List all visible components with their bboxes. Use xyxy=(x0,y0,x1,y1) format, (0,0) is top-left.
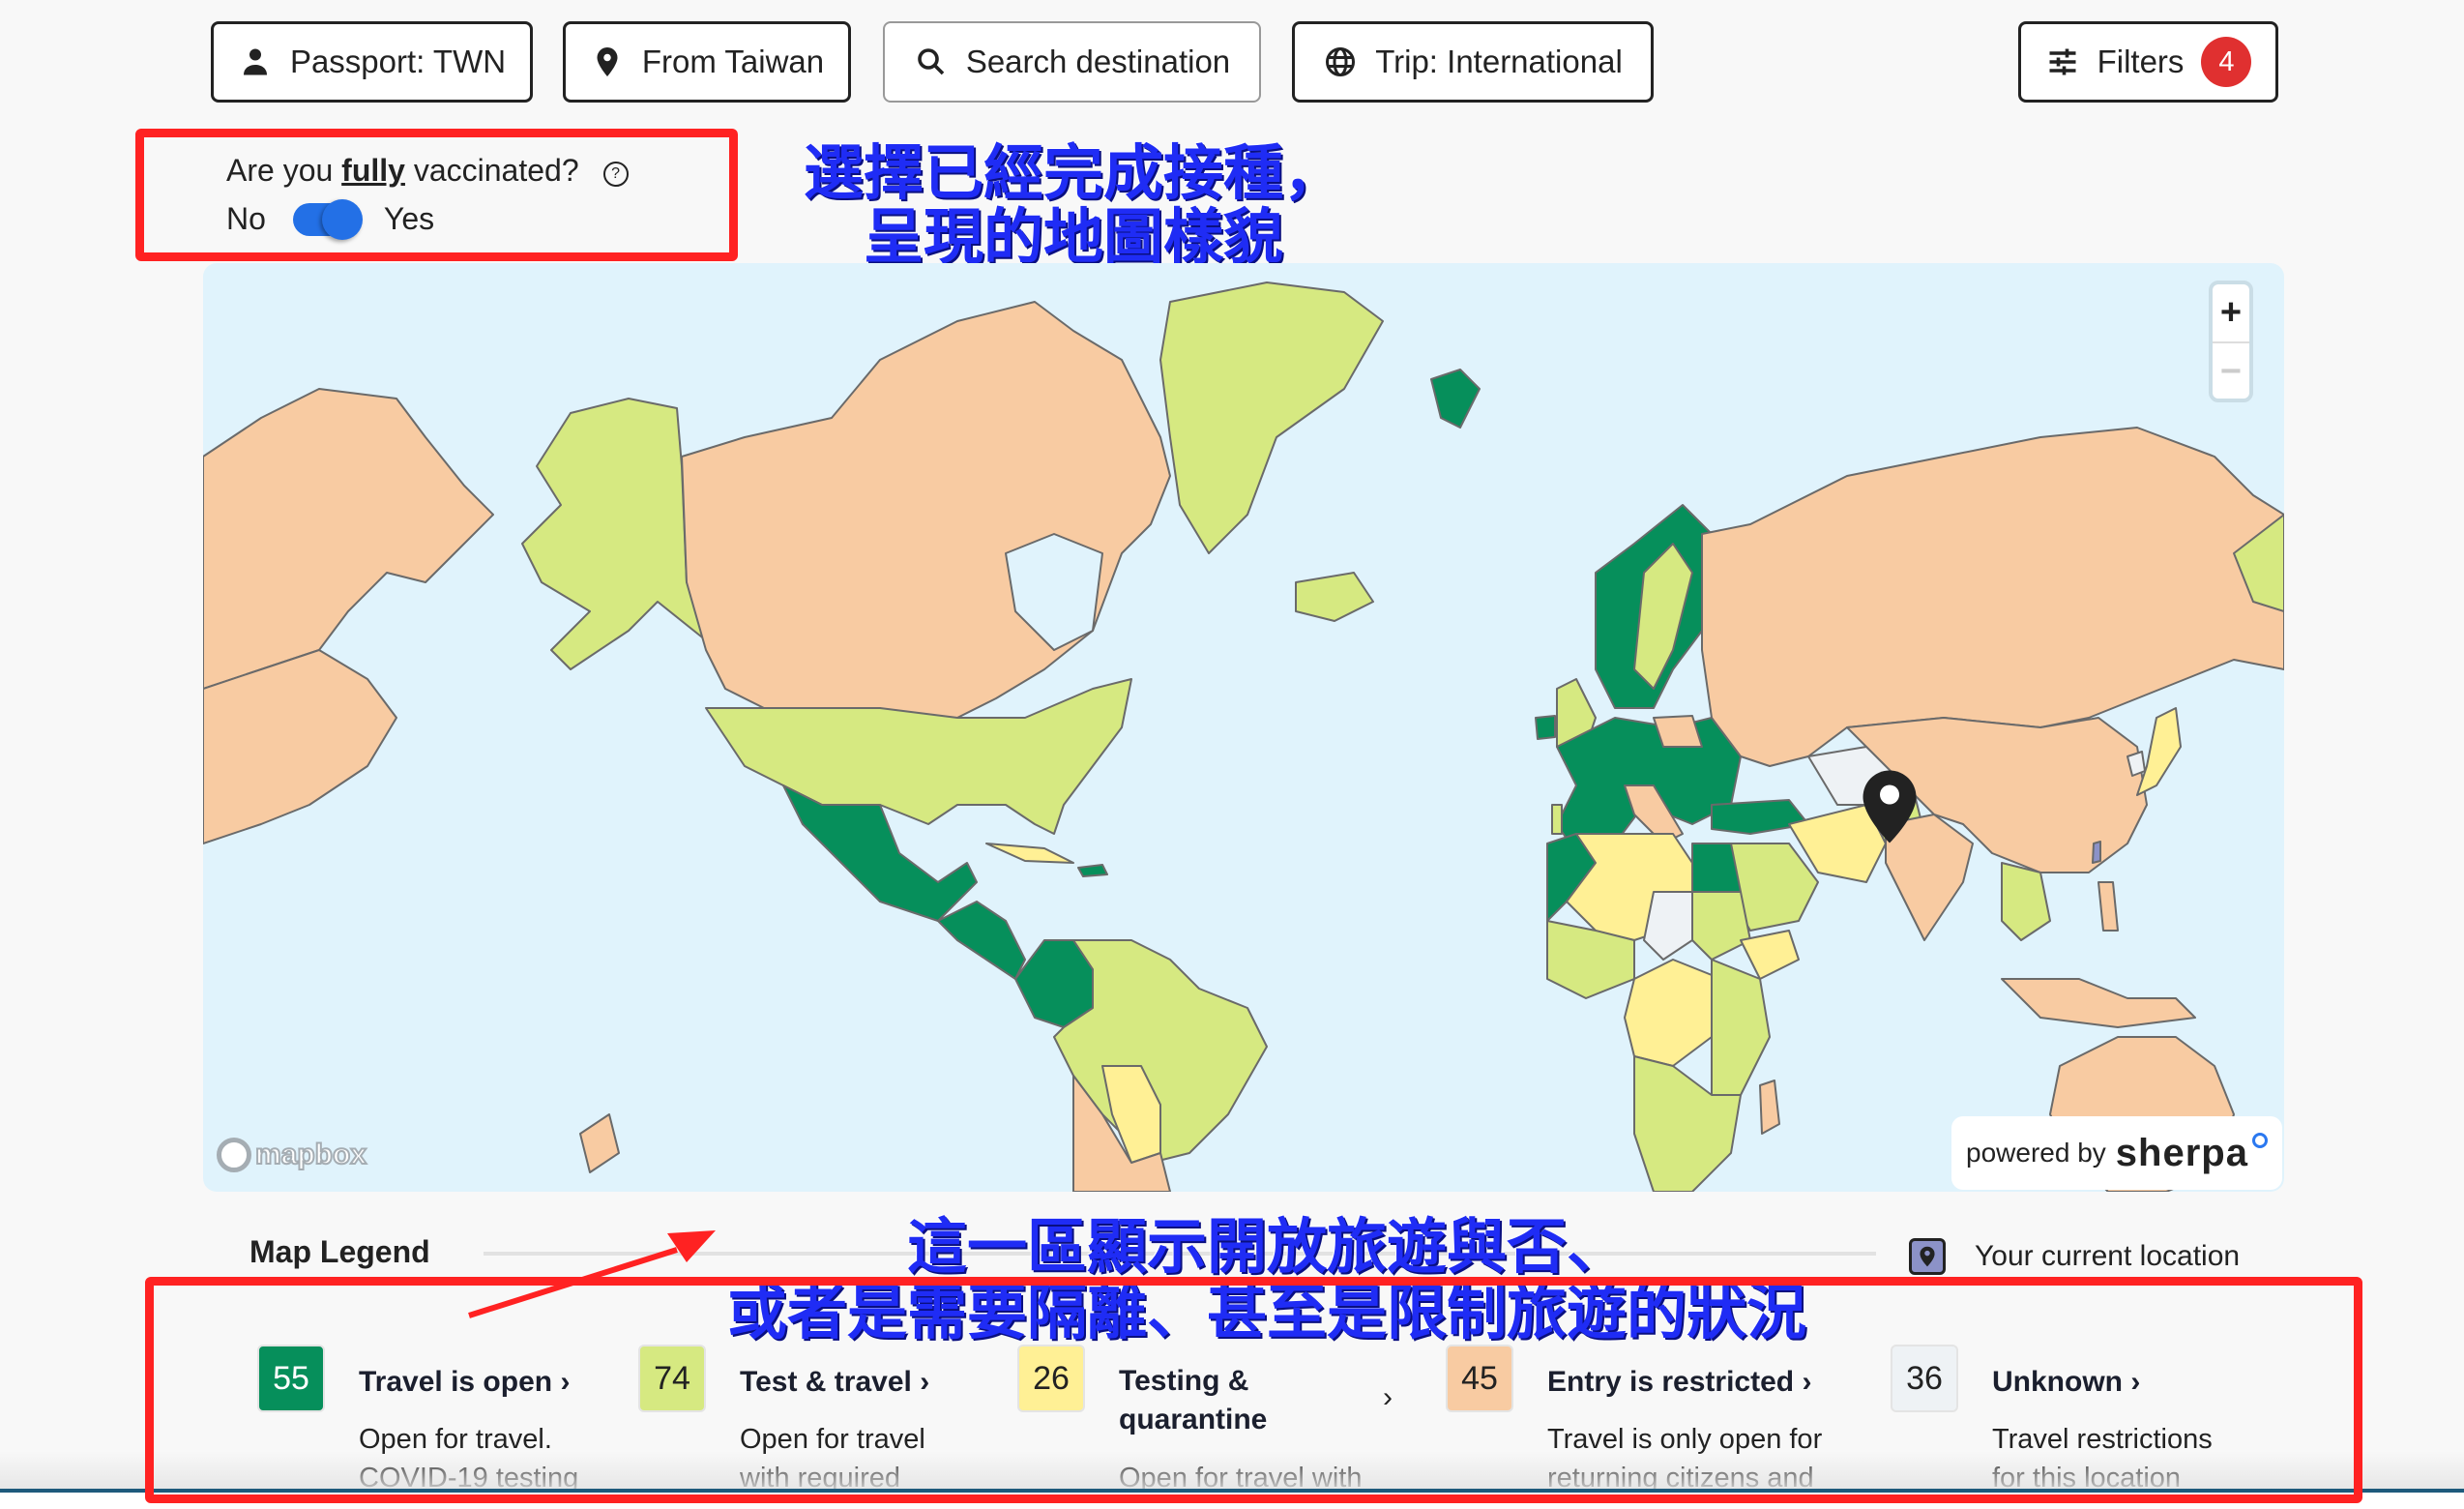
question-emphasis: fully xyxy=(341,153,405,188)
annotation-top-line1: 選擇已經完成接種， xyxy=(803,137,1343,208)
world-map-svg xyxy=(203,281,2284,1192)
legend-item-title: Travel is open › xyxy=(359,1366,571,1398)
legend-item-desc: Travel restrictions for this location xyxy=(1992,1424,2213,1494)
country-taiwan[interactable] xyxy=(2092,841,2101,864)
country-central-africa[interactable] xyxy=(1624,959,1722,1067)
powered-by-label: powered by xyxy=(1966,1138,2106,1168)
country-asia-left[interactable] xyxy=(203,649,397,844)
country-east-africa[interactable] xyxy=(1711,959,1771,1096)
zoom-in-button[interactable]: + xyxy=(2213,284,2249,343)
country-pacific-islands[interactable] xyxy=(579,1113,620,1173)
legend-count: 55 xyxy=(257,1345,325,1412)
legend-item-title: Unknown › xyxy=(1992,1366,2141,1398)
annotation-bottom: 這一區顯示開放旅遊與否、 或者是需要隔離、甚至是限制旅遊的狀況 xyxy=(667,1217,1866,1343)
vaccination-question: Are you fully vaccinated? ? xyxy=(226,153,629,189)
current-location-marker[interactable] xyxy=(1861,768,1919,845)
current-location-legend: Your current location xyxy=(1909,1238,2240,1275)
annotation-top-line2: 呈現的地圖樣貌 xyxy=(863,201,1283,272)
legend-count: 45 xyxy=(1446,1345,1513,1412)
search-destination-button[interactable]: Search destination xyxy=(883,21,1261,103)
country-sudan[interactable] xyxy=(1691,891,1751,961)
country-philippines[interactable] xyxy=(2097,881,2119,932)
country-russia[interactable] xyxy=(1701,427,2284,767)
chevron-right-icon: › xyxy=(560,1366,571,1398)
globe-icon xyxy=(1326,47,1356,76)
annotation-top: 選擇已經完成接種， 呈現的地圖樣貌 xyxy=(774,143,1373,267)
zoom-control: + − xyxy=(2209,281,2253,402)
country-cuba[interactable] xyxy=(985,843,1074,864)
country-ethiopia[interactable] xyxy=(1740,930,1800,980)
question-prefix: Are you xyxy=(226,153,342,188)
zoom-out-button[interactable]: − xyxy=(2213,343,2249,400)
passport-label: Passport: TWN xyxy=(289,44,507,79)
chevron-right-icon: › xyxy=(1383,1381,1393,1413)
filters-label: Filters xyxy=(2097,44,2185,79)
toggle-no-label[interactable]: No xyxy=(226,201,266,237)
world-map[interactable]: mapbox xyxy=(203,263,2284,1192)
current-location-icon xyxy=(1909,1238,1946,1275)
country-chad-unknown[interactable] xyxy=(1643,891,1693,961)
legend-count: 26 xyxy=(1017,1345,1085,1412)
legend-item-title: Testing & quarantine xyxy=(1119,1365,1268,1435)
country-japan[interactable] xyxy=(2136,707,2182,796)
bottom-strip xyxy=(0,1493,2464,1509)
country-egypt[interactable] xyxy=(1691,843,1742,893)
passport-button[interactable]: Passport: TWN xyxy=(211,21,533,103)
vaccination-toggle-row: No Yes xyxy=(226,198,434,240)
powered-by-sherpa[interactable]: powered by sherpa xyxy=(1951,1116,2282,1190)
legend-item-title: Entry is restricted › xyxy=(1547,1366,1812,1398)
help-icon[interactable]: ? xyxy=(602,162,629,187)
chevron-right-icon: › xyxy=(2130,1366,2141,1398)
location-pin-icon xyxy=(597,47,618,76)
chevron-right-icon: › xyxy=(1802,1366,1812,1398)
legend-item-desc: Open for travel with required xyxy=(740,1424,925,1494)
legend-count: 36 xyxy=(1891,1345,1958,1412)
current-location-label: Your current location xyxy=(1975,1240,2241,1272)
filters-button[interactable]: Filters 4 xyxy=(2018,21,2278,103)
origin-label: From Taiwan xyxy=(641,44,825,79)
mapbox-text: mapbox xyxy=(254,1138,367,1171)
person-icon xyxy=(243,48,267,75)
country-portugal[interactable] xyxy=(1551,804,1563,835)
country-madagascar[interactable] xyxy=(1759,1080,1780,1135)
toggle-yes-label[interactable]: Yes xyxy=(384,201,434,237)
country-svalbard[interactable] xyxy=(1430,369,1481,429)
country-greenland[interactable] xyxy=(1159,281,1384,554)
country-central-america[interactable] xyxy=(937,901,1026,980)
legend-item-desc: Open for travel. COVID-19 testing xyxy=(359,1424,579,1494)
search-icon xyxy=(918,48,945,75)
country-se-asia[interactable] xyxy=(2001,862,2051,941)
annotation-box-vaccination xyxy=(135,129,738,261)
country-poland[interactable] xyxy=(1653,715,1703,748)
trip-type-button[interactable]: Trip: International xyxy=(1292,21,1654,103)
country-russia-east-wrap[interactable] xyxy=(203,388,494,690)
origin-button[interactable]: From Taiwan xyxy=(563,21,851,103)
filters-count-badge: 4 xyxy=(2201,37,2252,87)
country-canada[interactable] xyxy=(681,301,1171,719)
annotation-bottom-line2: 或者是需要隔離、甚至是限制旅遊的狀況 xyxy=(726,1277,1806,1347)
annotation-bottom-line1: 這一區顯示開放旅遊與否、 xyxy=(906,1211,1627,1282)
country-ireland[interactable] xyxy=(1535,715,1556,740)
country-dominican[interactable] xyxy=(1077,864,1108,877)
chevron-right-icon: › xyxy=(920,1366,930,1398)
legend-item-desc: Travel is only open for returning citizen… xyxy=(1547,1424,1823,1494)
legend-title: Map Legend xyxy=(249,1234,430,1269)
legend-item-title: Test & travel › xyxy=(740,1366,930,1398)
search-label: Search destination xyxy=(965,44,1231,79)
country-indonesia[interactable] xyxy=(2001,978,2196,1028)
legend-count: 74 xyxy=(638,1345,706,1412)
country-iceland[interactable] xyxy=(1295,572,1374,622)
trip-label: Trip: International xyxy=(1375,44,1623,79)
mapbox-attribution[interactable]: mapbox xyxy=(217,1138,367,1172)
sliders-icon xyxy=(2049,48,2076,75)
mapbox-logo-icon xyxy=(217,1138,251,1172)
sherpa-ring-icon xyxy=(2251,1133,2268,1148)
vaccination-toggle[interactable] xyxy=(292,198,363,240)
sherpa-brand: sherpa xyxy=(2115,1131,2248,1174)
question-suffix: vaccinated? xyxy=(404,153,579,188)
